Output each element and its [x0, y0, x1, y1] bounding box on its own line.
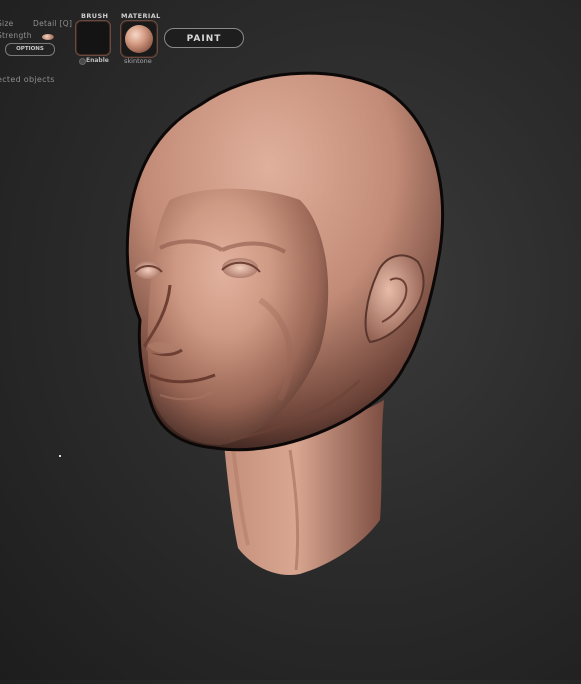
cursor-dot	[59, 455, 61, 457]
options-button[interactable]: OPTIONS	[5, 43, 55, 56]
brush-swatch[interactable]	[76, 21, 110, 55]
enable-radio[interactable]	[79, 58, 86, 65]
brush-title: BRUSH	[81, 12, 109, 20]
sculpt-model[interactable]	[0, 0, 581, 680]
material-title: MATERIAL	[121, 12, 161, 20]
paint-button[interactable]: PAINT	[164, 28, 244, 48]
detail-label[interactable]: Detail [Q]	[33, 19, 72, 28]
strength-slider-handle[interactable]	[41, 33, 55, 41]
right-eye	[222, 258, 258, 278]
enable-label[interactable]: Enable	[86, 57, 109, 64]
selected-objects-label: ected objects	[0, 75, 55, 84]
size-label[interactable]: Size	[0, 19, 14, 28]
strength-label[interactable]: Strength	[0, 31, 32, 40]
left-eye	[135, 261, 161, 279]
material-swatch[interactable]	[121, 21, 157, 57]
sculpt-toolbar: Size Detail [Q] Strength OPTIONS BRUSH E…	[0, 0, 581, 72]
3d-viewport[interactable]	[0, 0, 581, 680]
material-ball-icon	[125, 25, 153, 53]
material-name: skintone	[124, 57, 152, 65]
